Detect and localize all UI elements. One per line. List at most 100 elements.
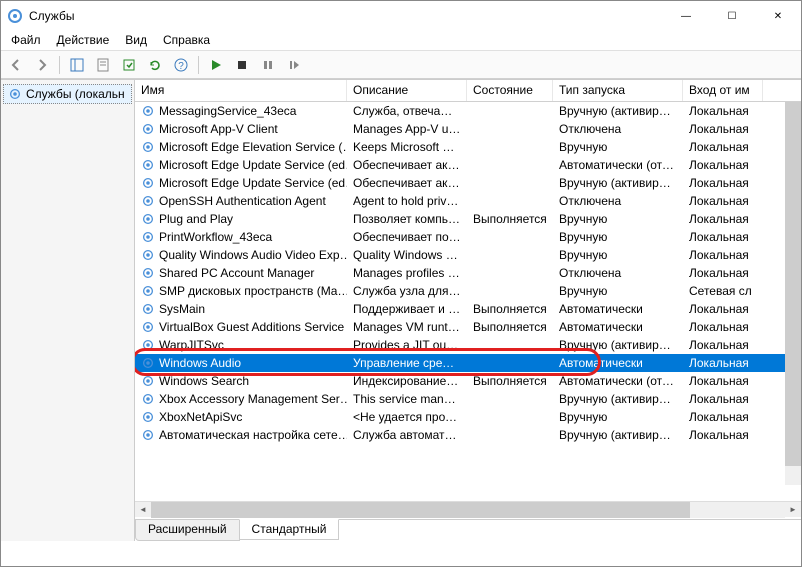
gear-icon (141, 284, 155, 298)
nav-back-button[interactable] (5, 54, 27, 76)
table-row[interactable]: Windows SearchИндексирование …Выполняетс… (135, 372, 801, 390)
menu-file[interactable]: Файл (3, 31, 49, 50)
export-button[interactable] (118, 54, 140, 76)
scrollbar-thumb[interactable] (785, 102, 801, 466)
table-row[interactable]: Microsoft Edge Update Service (ed…Обеспе… (135, 174, 801, 192)
gear-icon (141, 392, 155, 406)
cell-description: Управление средс… (347, 355, 467, 371)
cell-name: Quality Windows Audio Video Exp… (135, 247, 347, 263)
minimize-button[interactable]: — (663, 1, 709, 31)
column-header-startup[interactable]: Тип запуска (553, 80, 683, 101)
table-row[interactable]: Microsoft Edge Update Service (ed…Обеспе… (135, 156, 801, 174)
cell-description: Quality Windows … (347, 247, 467, 263)
horizontal-scrollbar[interactable]: ◄ ► (135, 501, 801, 517)
pause-service-button[interactable] (257, 54, 279, 76)
gear-icon (141, 248, 155, 262)
cell-logon: Локальная (683, 121, 763, 137)
cell-logon: Локальная (683, 337, 763, 353)
table-row[interactable]: Microsoft Edge Elevation Service (…Keeps… (135, 138, 801, 156)
cell-startup: Вручную (553, 283, 683, 299)
table-row[interactable]: MessagingService_43ecaСлужба, отвечаю…Вр… (135, 102, 801, 120)
cell-state (467, 362, 553, 364)
cell-state (467, 128, 553, 130)
table-row[interactable]: Windows AudioУправление средс…Автоматиче… (135, 354, 801, 372)
cell-startup: Вручную (553, 409, 683, 425)
gear-icon (141, 410, 155, 424)
table-row[interactable]: Plug and PlayПозволяет компь…Выполняется… (135, 210, 801, 228)
cell-state (467, 254, 553, 256)
table-row[interactable]: OpenSSH Authentication AgentAgent to hol… (135, 192, 801, 210)
cell-name: WarpJITSvc (135, 337, 347, 353)
content-area: Службы (локальн Имя Описание Состояние Т… (1, 79, 801, 541)
nav-forward-button[interactable] (31, 54, 53, 76)
cell-logon: Локальная (683, 103, 763, 119)
cell-description: Обеспечивает акт… (347, 175, 467, 191)
table-row[interactable]: XboxNetApiSvc<Не удается проч…ВручнуюЛок… (135, 408, 801, 426)
cell-description: Manages VM runti… (347, 319, 467, 335)
table-row[interactable]: Shared PC Account ManagerManages profile… (135, 264, 801, 282)
table-row[interactable]: Microsoft App-V ClientManages App-V us… О… (135, 120, 801, 138)
help-button[interactable]: ? (170, 54, 192, 76)
cell-name: OpenSSH Authentication Agent (135, 193, 347, 209)
tree-node-services-local[interactable]: Службы (локальн (3, 84, 132, 104)
properties-button[interactable] (92, 54, 114, 76)
table-row[interactable]: SMP дисковых пространств (Ma…Служба узла… (135, 282, 801, 300)
vertical-scrollbar[interactable] (785, 102, 801, 485)
refresh-button[interactable] (144, 54, 166, 76)
gear-icon (141, 374, 155, 388)
show-hide-tree-button[interactable] (66, 54, 88, 76)
start-service-button[interactable] (205, 54, 227, 76)
table-row[interactable]: Xbox Accessory Management Ser…This servi… (135, 390, 801, 408)
scroll-left-icon[interactable]: ◄ (135, 502, 151, 518)
tab-standard[interactable]: Стандартный (239, 519, 340, 540)
scroll-right-icon[interactable]: ► (785, 502, 801, 518)
cell-startup: Автоматически (отл… (553, 373, 683, 389)
cell-description: Manages App-V us… (347, 121, 467, 137)
service-name: XboxNetApiSvc (159, 410, 242, 424)
service-name: Quality Windows Audio Video Exp… (159, 248, 347, 262)
stop-service-button[interactable] (231, 54, 253, 76)
cell-logon: Локальная (683, 247, 763, 263)
column-header-description[interactable]: Описание (347, 80, 467, 101)
table-header: Имя Описание Состояние Тип запуска Вход … (135, 80, 801, 102)
table-row[interactable]: VirtualBox Guest Additions ServiceManage… (135, 318, 801, 336)
cell-description: Обеспечивает по… (347, 229, 467, 245)
cell-logon: Локальная (683, 409, 763, 425)
cell-name: Windows Search (135, 373, 347, 389)
menu-help[interactable]: Справка (155, 31, 218, 50)
table-row[interactable]: Автоматическая настройка сете…Служба авт… (135, 426, 801, 444)
menu-action[interactable]: Действие (49, 31, 118, 50)
maximize-button[interactable]: ☐ (709, 1, 755, 31)
cell-name: Microsoft Edge Update Service (ed… (135, 157, 347, 173)
column-header-name[interactable]: Имя (135, 80, 347, 101)
close-button[interactable]: ✕ (755, 1, 801, 31)
cell-state (467, 416, 553, 418)
table-row[interactable]: SysMainПоддерживает и у…ВыполняетсяАвтом… (135, 300, 801, 318)
table-row[interactable]: PrintWorkflow_43ecaОбеспечивает по…Вручн… (135, 228, 801, 246)
table-row[interactable]: Quality Windows Audio Video Exp…Quality … (135, 246, 801, 264)
cell-startup: Автоматически (553, 319, 683, 335)
scrollbar-thumb[interactable] (151, 502, 690, 518)
table-body: MessagingService_43eca Служба, отвечаю… Вр… (135, 102, 801, 501)
restart-service-button[interactable] (283, 54, 305, 76)
cell-startup: Вручную (активиро… (553, 391, 683, 407)
cell-name: Microsoft App-V Client (135, 121, 347, 137)
table-row[interactable]: WarpJITSvcProvides a JIT out …Вручную (а… (135, 336, 801, 354)
column-header-state[interactable]: Состояние (467, 80, 553, 101)
tab-extended[interactable]: Расширенный (135, 520, 240, 541)
menu-view[interactable]: Вид (117, 31, 155, 50)
sidebar: Службы (локальн (1, 80, 135, 541)
cell-description: Служба автомати… (347, 427, 467, 443)
cell-description: Служба, отвечаю… (347, 103, 467, 119)
cell-logon: Локальная (683, 301, 763, 317)
cell-startup: Отключена (553, 121, 683, 137)
service-name: MessagingService_43eca (159, 104, 296, 118)
cell-name: VirtualBox Guest Additions Service (135, 319, 347, 335)
column-header-logon[interactable]: Вход от им (683, 80, 763, 101)
cell-startup: Вручную (активиро… (553, 175, 683, 191)
cell-startup: Вручную (553, 139, 683, 155)
cell-startup: Автоматически (553, 355, 683, 371)
cell-name: PrintWorkflow_43eca (135, 229, 347, 245)
service-name: Автоматическая настройка сете… (159, 428, 347, 442)
cell-state (467, 200, 553, 202)
